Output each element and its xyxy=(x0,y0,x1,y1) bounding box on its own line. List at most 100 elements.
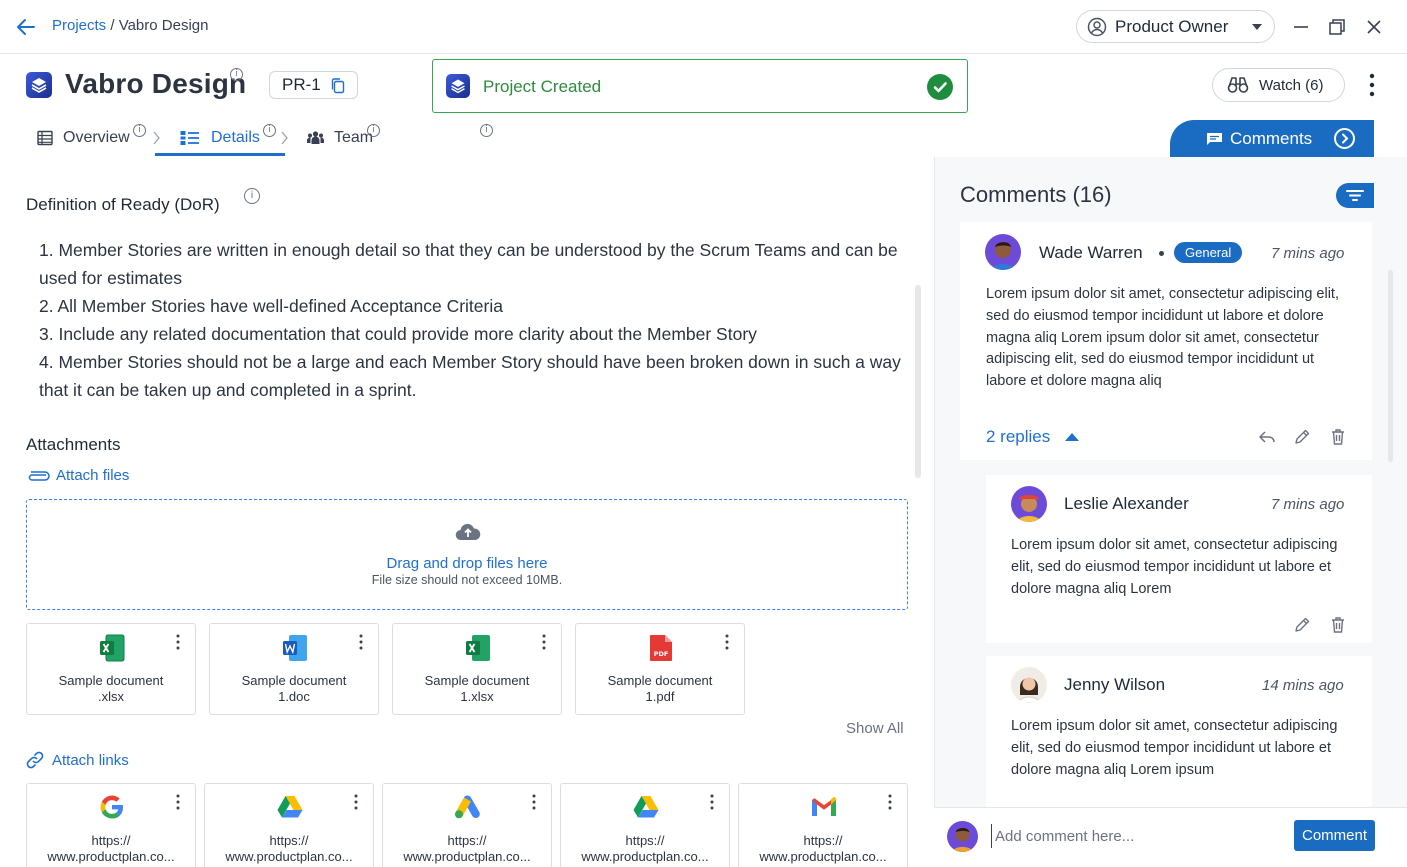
watch-button[interactable]: Watch (6) xyxy=(1212,68,1345,102)
comment-body: Lorem ipsum dolor sit amet, consectetur … xyxy=(986,286,1339,390)
replies-count: 2 replies xyxy=(986,427,1051,446)
edit-icon[interactable] xyxy=(1293,428,1311,446)
project-logo-icon xyxy=(446,74,470,98)
edit-icon[interactable] xyxy=(1293,616,1311,634)
comments-panel-toggle[interactable]: Comments xyxy=(1170,120,1374,157)
more-options-icon[interactable] xyxy=(358,634,364,650)
more-options-icon[interactable] xyxy=(353,794,359,810)
comments-tab-label: Comments xyxy=(1230,128,1313,148)
link-card[interactable]: https://www.productplan.co... xyxy=(382,783,552,867)
info-icon[interactable]: i xyxy=(133,124,146,137)
separator-dot xyxy=(1159,251,1164,256)
link-url: https://www.productplan.co... xyxy=(581,833,709,864)
breadcrumb-separator: / xyxy=(106,17,119,34)
show-all-link[interactable]: Show All xyxy=(846,720,904,737)
file-card[interactable]: Sample document 1.doc xyxy=(209,623,379,715)
tab-details-label: Details xyxy=(211,129,260,146)
dor-heading: Definition of Ready (DoR) xyxy=(26,195,220,215)
toast-message: Project Created xyxy=(483,77,602,96)
breadcrumb-projects-link[interactable]: Projects xyxy=(52,17,106,34)
tab-details[interactable]: Details xyxy=(180,119,260,157)
delete-icon[interactable] xyxy=(1329,428,1347,446)
more-options-icon[interactable] xyxy=(724,634,730,650)
restore-icon[interactable] xyxy=(1326,16,1348,38)
breadcrumb: Projects / Vabro Design xyxy=(52,17,208,34)
info-icon[interactable]: i xyxy=(480,124,493,137)
filter-button[interactable] xyxy=(1336,183,1374,208)
delete-icon[interactable] xyxy=(1329,616,1347,634)
paperclip-icon xyxy=(28,470,50,481)
dropzone-secondary-text: File size should not exceed 10MB. xyxy=(371,573,563,587)
file-card[interactable]: PDF Sample document 1.pdf xyxy=(575,623,745,715)
role-select[interactable]: Product Owner xyxy=(1076,10,1275,43)
reply-icon[interactable] xyxy=(1258,428,1276,446)
attach-files-label: Attach files xyxy=(56,467,130,484)
toggle-replies-link[interactable]: 2 replies xyxy=(986,427,1080,447)
more-options-icon[interactable] xyxy=(175,634,181,650)
title-bar: Projects / Vabro Design Product Owner xyxy=(0,0,1407,54)
link-url: https://www.productplan.co... xyxy=(225,833,353,864)
chevron-down-icon xyxy=(1252,24,1262,30)
filter-icon xyxy=(1346,190,1364,201)
more-options-icon[interactable] xyxy=(1364,72,1380,98)
file-name: Sample document 1.doc xyxy=(241,673,347,704)
link-card[interactable]: https://www.productplan.co... xyxy=(26,783,196,867)
scrollbar[interactable] xyxy=(915,285,921,478)
attach-files-link[interactable]: Attach files xyxy=(26,467,129,484)
submit-comment-button[interactable]: Comment xyxy=(1294,820,1375,851)
info-icon[interactable]: i xyxy=(230,68,243,81)
file-name: Sample document .xlsx xyxy=(58,673,164,704)
dor-item: 2. All Member Stories have well-defined … xyxy=(39,296,503,316)
attachments-heading: Attachments xyxy=(26,435,121,454)
info-icon[interactable]: i xyxy=(244,188,260,204)
tab-overview[interactable]: Overview xyxy=(37,119,130,157)
dor-list: 1. Member Stories are written in enough … xyxy=(39,236,909,404)
word-icon xyxy=(283,635,307,661)
more-options-icon[interactable] xyxy=(541,634,547,650)
attach-links-link[interactable]: Attach links xyxy=(26,751,129,769)
chevron-right-icon xyxy=(281,131,288,145)
watch-button-label: Watch (6) xyxy=(1259,76,1324,94)
dor-item: 4. Member Stories should not be a large … xyxy=(39,352,901,400)
file-name: Sample document 1.pdf xyxy=(607,673,713,704)
google-icon xyxy=(100,795,123,819)
project-title: Vabro Design xyxy=(65,68,247,99)
file-name: Sample document 1.xlsx xyxy=(424,673,530,704)
more-options-icon[interactable] xyxy=(531,794,537,810)
scrollbar[interactable] xyxy=(1388,270,1393,462)
comment-time: 7 mins ago xyxy=(1271,245,1345,262)
more-options-icon[interactable] xyxy=(175,794,181,810)
more-options-icon[interactable] xyxy=(887,794,893,810)
close-icon[interactable] xyxy=(1363,16,1385,38)
caret-up-icon xyxy=(1065,433,1080,441)
file-dropzone[interactable]: Drag and drop files here File size shoul… xyxy=(26,499,908,610)
dor-item: 3. Include any related documentation tha… xyxy=(39,324,757,344)
link-url: https://www.productplan.co... xyxy=(759,833,887,864)
reply-body: Lorem ipsum dolor sit amet, consectetur … xyxy=(1011,718,1338,778)
avatar xyxy=(1011,667,1047,703)
link-url: https://www.productplan.co... xyxy=(47,833,175,864)
avatar xyxy=(1011,486,1047,522)
file-card[interactable]: Sample document 1.xlsx xyxy=(392,623,562,715)
info-icon[interactable]: i xyxy=(367,124,380,137)
minimize-icon[interactable] xyxy=(1290,16,1312,38)
chevron-right-icon xyxy=(153,131,160,145)
tab-team[interactable]: Team xyxy=(307,119,373,157)
link-card[interactable]: https://www.productplan.co... xyxy=(738,783,908,867)
check-circle-icon xyxy=(927,74,953,100)
active-tab-indicator xyxy=(155,153,285,156)
info-icon[interactable]: i xyxy=(263,124,276,137)
copy-icon[interactable] xyxy=(331,78,345,94)
comment-input[interactable] xyxy=(991,824,1281,848)
excel-icon xyxy=(466,635,490,661)
project-key-badge: PR-1 xyxy=(269,71,358,99)
back-arrow-icon[interactable] xyxy=(14,15,38,39)
excel-icon xyxy=(100,634,125,662)
project-logo-icon xyxy=(26,72,52,98)
link-card[interactable]: https://www.productplan.co... xyxy=(560,783,730,867)
link-card[interactable]: https://www.productplan.co... xyxy=(204,783,374,867)
more-options-icon[interactable] xyxy=(709,794,715,810)
cloud-upload-icon xyxy=(455,523,481,541)
file-card[interactable]: Sample document .xlsx xyxy=(26,623,196,715)
comments-heading: Comments (16) xyxy=(960,182,1112,207)
